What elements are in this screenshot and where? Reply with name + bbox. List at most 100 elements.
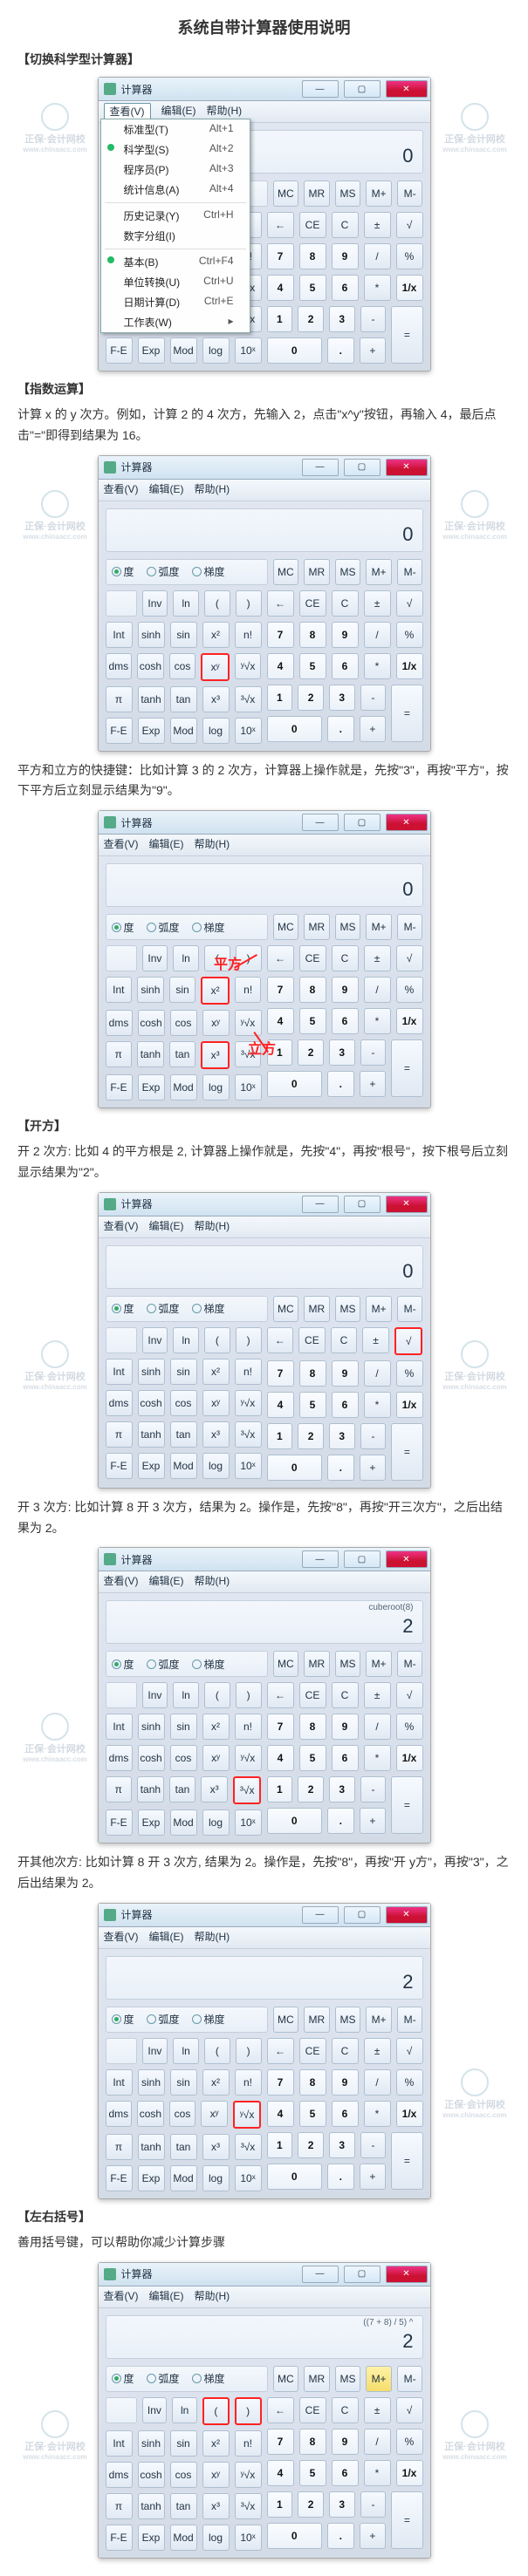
key-1[interactable]: 1	[267, 2132, 293, 2158]
key-9[interactable]: 9	[332, 1360, 359, 1387]
func-ʸ√x[interactable]: ʸ√x	[235, 1390, 262, 1416]
mplus-button[interactable]: M+	[366, 181, 392, 207]
key-5[interactable]: 5	[299, 653, 326, 679]
key-1/x[interactable]: 1/x	[396, 2460, 423, 2486]
key-C[interactable]: C	[331, 1327, 358, 1353]
mode-deg[interactable]: 度	[112, 1300, 134, 1318]
mem-MS[interactable]: MS	[335, 1651, 361, 1677]
key-2[interactable]: 2	[298, 1039, 324, 1066]
key-CE[interactable]: CE	[299, 2397, 326, 2423]
maximize-button[interactable]: ▢	[344, 1196, 381, 1213]
mem-MS[interactable]: MS	[335, 559, 361, 585]
func-F-E[interactable]: F-E	[106, 1074, 133, 1101]
mem-MS[interactable]: MS	[335, 2366, 361, 2392]
key-±[interactable]: ±	[364, 2038, 391, 2064]
key--[interactable]: -	[360, 2132, 387, 2158]
key-√[interactable]: √	[396, 212, 423, 238]
key-9[interactable]: 9	[332, 1714, 359, 1740]
func-x³[interactable]: x³	[202, 2134, 230, 2160]
key-equals[interactable]: =	[391, 1423, 422, 1481]
menu-view[interactable]: 查看(V)	[104, 1573, 139, 1591]
key-CE[interactable]: CE	[298, 1327, 326, 1353]
key-7[interactable]: 7	[267, 1714, 294, 1740]
key-1/x[interactable]: 1/x	[396, 1392, 423, 1418]
func-xʸ[interactable]: xʸ	[201, 653, 230, 681]
key-0[interactable]: 0	[267, 2164, 322, 2190]
key-4[interactable]: 4	[267, 1745, 294, 1771]
mem-M+[interactable]: M+	[366, 914, 392, 940]
func-F-E[interactable]: F-E	[106, 718, 133, 744]
func-dms[interactable]: dms	[106, 1390, 133, 1416]
func-)[interactable]: )	[236, 1682, 262, 1708]
key-√[interactable]: √	[396, 1682, 423, 1708]
func-ʸ√x[interactable]: ʸ√x	[233, 2101, 262, 2129]
minimize-button[interactable]: —	[302, 814, 339, 831]
key-1[interactable]: 1	[267, 2491, 293, 2518]
key-2[interactable]: 2	[298, 685, 324, 711]
func-dms[interactable]: dms	[106, 2462, 133, 2488]
key-5[interactable]: 5	[299, 275, 326, 301]
mem-M+[interactable]: M+	[366, 559, 392, 585]
menu-bar[interactable]: 查看(V)编辑(E)帮助(H)	[99, 1571, 430, 1593]
mem-MC[interactable]: MC	[273, 2366, 299, 2392]
key-0[interactable]: 0	[267, 2523, 322, 2549]
func-Exp[interactable]: Exp	[138, 2165, 165, 2191]
func-Int[interactable]: Int	[106, 622, 133, 648]
key-C[interactable]: C	[332, 2397, 359, 2423]
menu-view[interactable]: 查看(V)	[104, 2288, 139, 2306]
mode-rad[interactable]: 弧度	[147, 2370, 180, 2388]
key-plus[interactable]: +	[360, 337, 387, 364]
mode-rad[interactable]: 弧度	[147, 2011, 180, 2028]
func-n![interactable]: n!	[235, 1359, 262, 1385]
mode-deg[interactable]: 度	[112, 563, 134, 581]
mem-MS[interactable]: MS	[335, 914, 361, 940]
key-√[interactable]: √	[396, 2397, 423, 2423]
key-4[interactable]: 4	[267, 275, 294, 301]
func-cosh[interactable]: cosh	[137, 2101, 164, 2127]
menu-item[interactable]: 历史记录(Y)Ctrl+H	[101, 206, 250, 226]
mode-deg[interactable]: 度	[112, 2370, 134, 2388]
func-cos[interactable]: cos	[170, 2462, 197, 2488]
minimize-button[interactable]: —	[302, 459, 339, 476]
key-dot[interactable]: .	[327, 2164, 354, 2190]
menu-item[interactable]: 科学型(S)Alt+2	[101, 140, 250, 160]
key-3[interactable]: 3	[329, 1776, 355, 1803]
func-10ˣ[interactable]: 10ˣ	[235, 1453, 262, 1479]
title-bar[interactable]: 计算器—▢✕	[99, 1548, 430, 1571]
key-9[interactable]: 9	[332, 2069, 359, 2096]
mr-button[interactable]: MR	[304, 181, 330, 207]
func-x²[interactable]: x²	[202, 2430, 230, 2457]
menu-view[interactable]: 查看(V)	[104, 481, 139, 499]
func-Int[interactable]: Int	[106, 2069, 133, 2096]
ms-button[interactable]: MS	[335, 181, 361, 207]
key-C[interactable]: C	[332, 945, 359, 971]
func-tan[interactable]: tan	[170, 1421, 197, 1448]
close-button[interactable]: ✕	[386, 814, 428, 831]
key-0[interactable]: 0	[267, 337, 322, 364]
menu-edit[interactable]: 编辑(E)	[149, 836, 184, 854]
key-*[interactable]: *	[364, 653, 391, 679]
func-x³[interactable]: x³	[202, 686, 230, 712]
mem-M-[interactable]: M-	[397, 2007, 423, 2033]
key-5[interactable]: 5	[299, 1392, 326, 1418]
mode-deg[interactable]: 度	[112, 2011, 134, 2028]
key-√[interactable]: √	[396, 590, 423, 617]
func-log[interactable]: log	[202, 718, 230, 744]
key-±[interactable]: ±	[364, 590, 391, 617]
mem-M+[interactable]: M+	[366, 1651, 392, 1677]
mem-MS[interactable]: MS	[335, 2007, 361, 2033]
key-8[interactable]: 8	[299, 622, 326, 648]
key-5[interactable]: 5	[299, 1008, 326, 1034]
mem-MR[interactable]: MR	[304, 2007, 330, 2033]
func-xʸ[interactable]: xʸ	[202, 1390, 230, 1416]
func-dms[interactable]: dms	[106, 1010, 133, 1036]
func-Mod[interactable]: Mod	[170, 2525, 197, 2551]
key-5[interactable]: 5	[299, 1745, 326, 1771]
func-cosh[interactable]: cosh	[138, 1390, 165, 1416]
func-sin[interactable]: sin	[170, 2430, 197, 2457]
func-³√x[interactable]: ³√x	[235, 2134, 262, 2160]
minimize-button[interactable]: —	[302, 2266, 339, 2283]
title-bar[interactable]: 计算器—▢✕	[99, 2263, 430, 2286]
key-C[interactable]: C	[332, 212, 359, 238]
menu-bar[interactable]: 查看(V)编辑(E)帮助(H)	[99, 480, 430, 501]
